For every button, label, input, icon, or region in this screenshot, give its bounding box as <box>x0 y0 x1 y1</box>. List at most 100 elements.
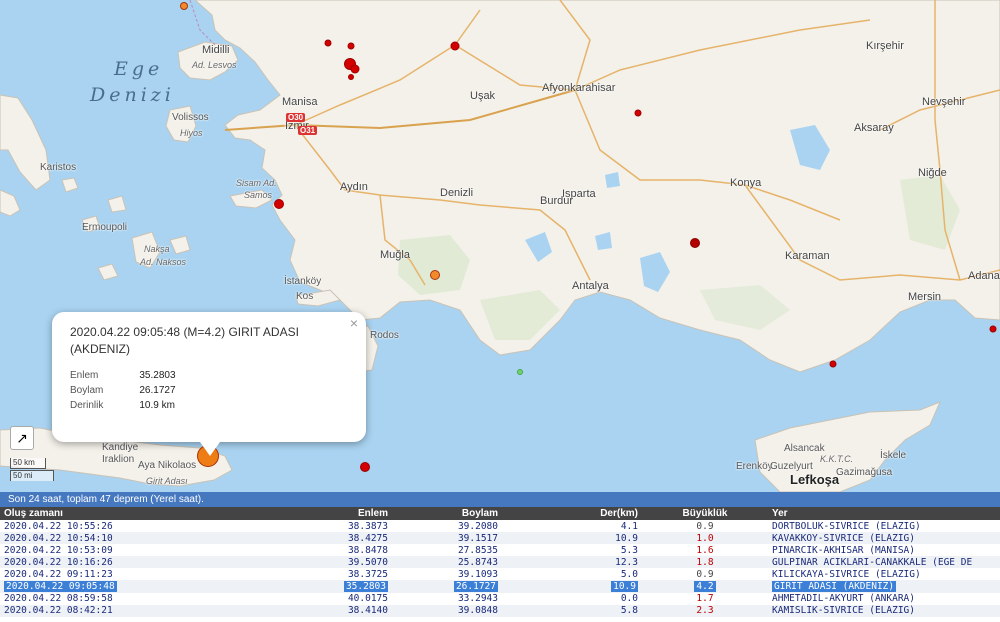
place-label: Mersin <box>908 291 942 303</box>
header-derinlik[interactable]: Der(km) <box>502 507 642 520</box>
sea-label-ege: Ege <box>114 58 164 80</box>
expand-arrow-icon[interactable]: ↗ <box>10 426 34 450</box>
cell-depth: 4.1 <box>502 520 642 532</box>
cell-time-text: 2020.04.22 10:16:26 <box>4 556 113 568</box>
earthquake-map[interactable]: Ege Denizi Midilli Ad. Lesvos Manisa İzm… <box>0 0 1000 492</box>
table-row[interactable]: 2020.04.22 09:05:48 35.2803 26.1727 10.9 4.2… <box>0 580 1000 593</box>
header-buyukluk[interactable]: Büyüklük <box>642 507 768 520</box>
cell-location-text: AHMETADIL-AKYURT (ANKARA) <box>772 593 915 605</box>
header-boylam[interactable]: Boylam <box>392 507 502 520</box>
earthquake-marker[interactable] <box>634 109 642 117</box>
cell-magnitude-text: 4.2 <box>694 581 716 593</box>
cell-lon-text: 26.1727 <box>453 581 498 593</box>
cell-time: 2020.04.22 08:42:21 <box>0 604 240 617</box>
earthquake-popup: × 2020.04.22 09:05:48 (M=4.2) GIRIT ADAS… <box>52 312 366 456</box>
cell-depth: 5.3 <box>502 544 642 556</box>
place-label: Hiyos <box>180 128 203 138</box>
cell-location: AHMETADIL-AKYURT (ANKARA) <box>768 593 1000 605</box>
cell-time: 2020.04.22 09:05:48 <box>0 580 240 593</box>
earthquake-marker[interactable] <box>450 41 460 51</box>
place-label: Manisa <box>282 96 318 108</box>
place-label: Samos <box>244 190 273 200</box>
earthquake-list[interactable]: Oluş zamanı Enlem Boylam Der(km) Büyüklü… <box>0 507 1000 622</box>
cell-magnitude: 1.8 <box>642 556 768 569</box>
cell-depth: 5.0 <box>502 568 642 580</box>
cell-lon-text: 39.0848 <box>457 605 498 617</box>
header-yer[interactable]: Yer <box>768 507 1000 520</box>
cell-magnitude-text: 2.3 <box>696 605 714 617</box>
cell-time: 2020.04.22 10:16:26 <box>0 556 240 569</box>
earthquake-marker[interactable] <box>690 238 700 248</box>
cell-lat-text: 38.4140 <box>347 605 388 617</box>
popup-details: Enlem 35.2803 Boylam 26.1727 Derinlik 10… <box>70 368 176 413</box>
cell-lat: 39.5070 <box>240 556 392 569</box>
cell-time-text: 2020.04.22 09:11:23 <box>4 568 113 580</box>
cell-lon: 27.8535 <box>392 544 502 556</box>
table-row[interactable]: 2020.04.22 10:16:26 39.5070 25.8743 12.3 1.8… <box>0 556 1000 569</box>
cell-lat: 40.0175 <box>240 593 392 605</box>
place-label: Girit Adası <box>146 476 188 486</box>
earthquake-marker[interactable] <box>517 369 523 375</box>
cell-magnitude-text: 1.6 <box>696 544 714 556</box>
place-label: Ermoupoli <box>82 222 128 233</box>
popup-label-enlem: Enlem <box>70 370 99 381</box>
header-enlem[interactable]: Enlem <box>240 507 392 520</box>
cell-depth: 10.9 <box>502 532 642 545</box>
earthquake-marker[interactable] <box>274 199 284 209</box>
cell-depth-text: 4.1 <box>620 520 638 532</box>
cell-lon: 39.1093 <box>392 568 502 580</box>
earthquake-marker[interactable] <box>348 74 354 80</box>
cell-lat: 38.3725 <box>240 568 392 580</box>
cell-lat: 38.3873 <box>240 520 392 532</box>
earthquake-marker[interactable] <box>829 360 837 368</box>
earthquake-marker[interactable] <box>989 325 997 333</box>
cell-lat-text: 38.8478 <box>347 544 388 556</box>
place-label: Guzelyurt <box>770 461 813 472</box>
place-label: Ad. Naksos <box>140 257 187 267</box>
cell-depth-text: 10.9 <box>611 581 638 593</box>
place-label: İstanköy <box>284 276 322 287</box>
earthquake-marker[interactable] <box>180 2 188 10</box>
cell-lon-text: 25.8743 <box>457 556 498 568</box>
place-label: Alsancak <box>784 443 825 454</box>
place-label: Gazimağusa <box>836 467 893 478</box>
table-row[interactable]: 2020.04.22 09:11:23 38.3725 39.1093 5.0 0.9 K… <box>0 568 1000 580</box>
earthquake-marker[interactable] <box>324 39 332 47</box>
popup-title: 2020.04.22 09:05:48 (M=4.2) GIRIT ADASI … <box>70 325 299 356</box>
cell-location: GIRIT ADASI (AKDENIZ) <box>768 580 1000 593</box>
place-label: Antalya <box>572 280 609 292</box>
cell-time-text: 2020.04.22 10:54:10 <box>4 532 113 544</box>
earthquake-marker[interactable] <box>360 462 370 472</box>
header-olus-zamani[interactable]: Oluş zamanı <box>0 507 240 520</box>
popup-close-button[interactable]: × <box>350 315 358 331</box>
cell-depth-text: 0.0 <box>620 593 638 605</box>
cell-magnitude: 2.3 <box>642 604 768 617</box>
cell-lat: 38.4140 <box>240 604 392 617</box>
cell-lat: 38.8478 <box>240 544 392 556</box>
place-label: Afyonkarahisar <box>542 82 616 94</box>
cell-magnitude-text: 0.9 <box>696 520 714 532</box>
scale-km: 50 km <box>10 458 46 469</box>
cell-depth: 0.0 <box>502 593 642 605</box>
place-label: Nakşa <box>144 244 170 254</box>
cell-lat-text: 35.2803 <box>343 581 388 593</box>
table-row[interactable]: 2020.04.22 08:59:58 40.0175 33.2943 0.0 1.7 A… <box>0 593 1000 605</box>
place-label: Rodos <box>370 330 399 341</box>
table-header-row: Oluş zamanı Enlem Boylam Der(km) Büyüklü… <box>0 507 1000 520</box>
place-label: Denizli <box>440 187 474 199</box>
earthquake-marker[interactable] <box>430 270 440 280</box>
table-row[interactable]: 2020.04.22 08:42:21 38.4140 39.0848 5.8 2.3 K… <box>0 604 1000 617</box>
cell-lat-text: 38.3725 <box>347 568 388 580</box>
cell-location: KAVAKKOY-SIVRICE (ELAZIG) <box>768 532 1000 545</box>
cell-magnitude: 4.2 <box>642 580 768 593</box>
popup-label-boylam: Boylam <box>70 385 104 396</box>
table-row[interactable]: 2020.04.22 10:55:26 38.3873 39.2080 4.1 0.9 D… <box>0 520 1000 532</box>
place-label: Aksaray <box>854 122 894 134</box>
place-label: Kos <box>296 291 314 302</box>
table-row[interactable]: 2020.04.22 10:54:10 38.4275 39.1517 10.9 1.0… <box>0 532 1000 545</box>
cell-magnitude: 0.9 <box>642 568 768 580</box>
earthquake-marker[interactable] <box>347 42 355 50</box>
earthquake-marker[interactable] <box>350 64 360 74</box>
table-row[interactable]: 2020.04.22 10:53:09 38.8478 27.8535 5.3 1.6 P… <box>0 544 1000 556</box>
cell-lat-text: 40.0175 <box>347 593 388 605</box>
